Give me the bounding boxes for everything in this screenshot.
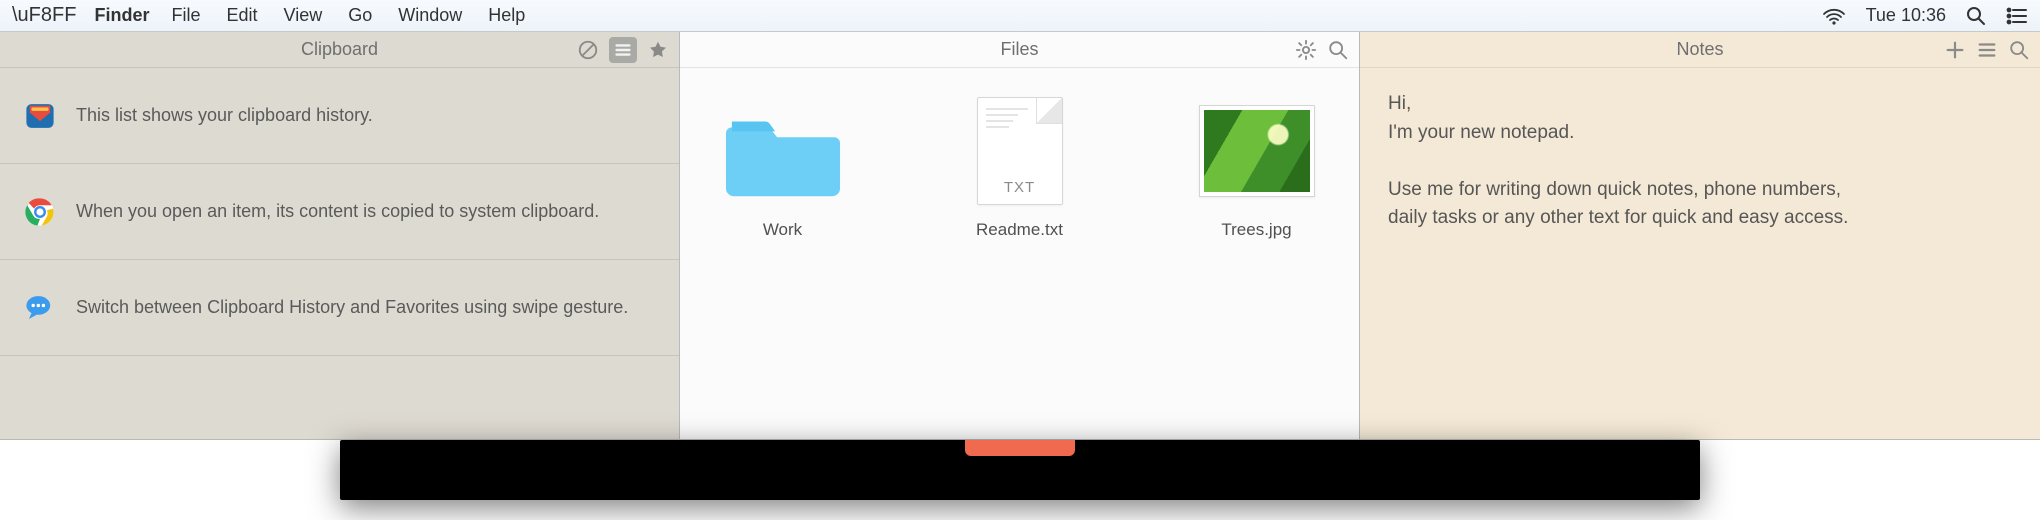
dock-handle[interactable] xyxy=(965,440,1075,456)
clipboard-header: Clipboard xyxy=(0,32,679,68)
notes-search-icon[interactable] xyxy=(2008,39,2030,61)
notes-new-icon[interactable] xyxy=(1944,39,1966,61)
notes-body[interactable]: Hi, I'm your new notepad. Use me for wri… xyxy=(1360,68,2040,255)
files-grid: Work TXT Readme.txt Trees.jpg xyxy=(680,68,1359,439)
clipboard-item[interactable]: This list shows your clipboard history. xyxy=(0,68,679,164)
menu-extra-icon[interactable] xyxy=(2006,7,2028,25)
text-document-icon: TXT xyxy=(960,96,1080,206)
messages-app-icon xyxy=(20,291,60,325)
clipboard-list-icon[interactable] xyxy=(609,37,637,63)
clipboard-item[interactable]: When you open an item, its content is co… xyxy=(0,164,679,260)
menu-view[interactable]: View xyxy=(284,5,323,26)
pocket-app-icon xyxy=(20,99,60,133)
clipboard-item-text: When you open an item, its content is co… xyxy=(76,199,599,223)
file-item-txt[interactable]: TXT Readme.txt xyxy=(941,96,1098,411)
file-item-folder[interactable]: Work xyxy=(704,96,861,411)
files-panel: Files Work xyxy=(680,32,1360,439)
clipboard-item[interactable]: Switch between Clipboard History and Fav… xyxy=(0,260,679,356)
notes-title: Notes xyxy=(1676,39,1723,60)
file-label: Readme.txt xyxy=(976,220,1063,240)
files-search-icon[interactable] xyxy=(1327,39,1349,61)
clipboard-clear-icon[interactable] xyxy=(577,39,599,61)
apple-menu-icon[interactable]: \uF8FF xyxy=(12,4,76,27)
image-thumbnail-icon xyxy=(1197,96,1317,206)
panels-row: Clipboard This list shows your clipboard… xyxy=(0,32,2040,440)
folder-icon xyxy=(723,96,843,206)
file-label: Trees.jpg xyxy=(1221,220,1291,240)
notes-panel: Notes Hi, I'm your new notepad. Use me f… xyxy=(1360,32,2040,439)
menu-go[interactable]: Go xyxy=(348,5,372,26)
menu-file[interactable]: File xyxy=(171,5,200,26)
menu-help[interactable]: Help xyxy=(488,5,525,26)
file-type-badge: TXT xyxy=(978,179,1062,196)
menu-edit[interactable]: Edit xyxy=(226,5,257,26)
file-label: Work xyxy=(763,220,802,240)
spotlight-icon[interactable] xyxy=(1966,6,1986,26)
notes-list-icon[interactable] xyxy=(1976,39,1998,61)
bottom-area xyxy=(0,440,2040,520)
clipboard-favorites-icon[interactable] xyxy=(647,39,669,61)
app-menu[interactable]: Finder xyxy=(94,5,149,26)
files-title: Files xyxy=(1000,39,1038,60)
menu-window[interactable]: Window xyxy=(398,5,462,26)
menubar-clock[interactable]: Tue 10:36 xyxy=(1866,5,1946,26)
clipboard-title: Clipboard xyxy=(301,39,378,60)
clipboard-panel: Clipboard This list shows your clipboard… xyxy=(0,32,680,439)
clipboard-list: This list shows your clipboard history. … xyxy=(0,68,679,439)
file-item-image[interactable]: Trees.jpg xyxy=(1178,96,1335,411)
files-settings-icon[interactable] xyxy=(1295,39,1317,61)
chrome-app-icon xyxy=(20,195,60,229)
wifi-icon[interactable] xyxy=(1822,7,1846,25)
clipboard-item-text: This list shows your clipboard history. xyxy=(76,103,373,127)
files-header: Files xyxy=(680,32,1359,68)
clipboard-item-text: Switch between Clipboard History and Fav… xyxy=(76,295,628,319)
notes-header: Notes xyxy=(1360,32,2040,68)
menubar: \uF8FF Finder File Edit View Go Window H… xyxy=(0,0,2040,32)
